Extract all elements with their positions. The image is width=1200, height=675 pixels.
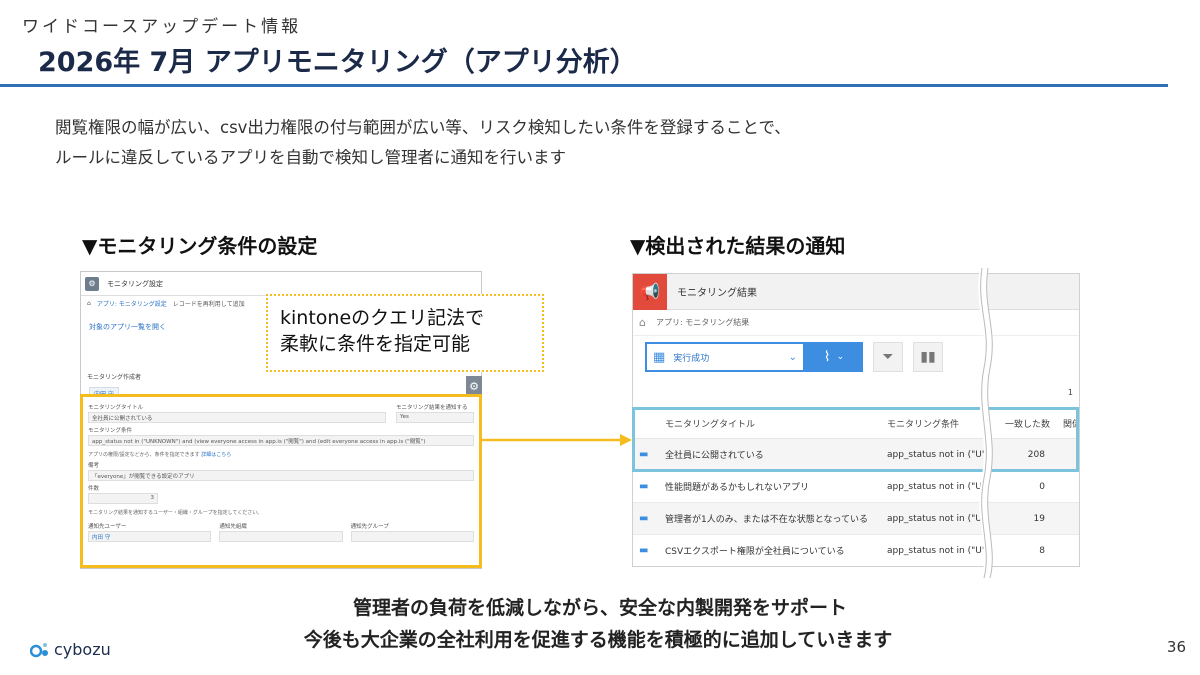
results-table: モニタリングタイトル モニタリング条件 一致した数 関係 ▬ 全社員に公開されて… [633, 408, 1079, 566]
intro-line-2: ルールに違反しているアプリを自動で検知し管理者に通知を行います [55, 148, 567, 167]
chevron-down-icon: ⌄ [836, 352, 845, 362]
header-count[interactable]: 一致した数 [998, 408, 1057, 439]
row-title: 全社員に公開されている [658, 438, 881, 471]
callout-line-2: 柔軟に条件を指定可能 [280, 333, 471, 355]
flow-arrow-icon [482, 434, 632, 446]
chevron-down-icon: ⌄ [788, 351, 797, 363]
intro-text: 閲覧権限の幅が広い、csv出力権限の付与範囲が広い等、リスク検知したい条件を登録… [55, 113, 791, 173]
callout-line-1: kintoneのクエリ記法で [280, 307, 485, 329]
settings-topbar: ⚙ モニタリング設定 [81, 272, 481, 296]
logo-text: cybozu [54, 640, 111, 659]
monitoring-title-label: モニタリングタイトル [88, 405, 144, 411]
title-divider [0, 84, 1168, 87]
filter-button[interactable]: ⏷ [873, 342, 903, 372]
memo-field[interactable]: 「everyone」が閲覧できる設定のアプリ [88, 470, 474, 481]
condition-note-text: アプリの権限/設定などから、条件を指定できます [88, 452, 200, 458]
notify-group-field[interactable] [350, 531, 474, 542]
megaphone-icon: 📢 [633, 274, 667, 310]
header-eyebrow: ワイドコースアップデート情報 [22, 17, 302, 37]
view-select[interactable]: ▦ 実行成功 ⌄ [645, 342, 805, 372]
table-row[interactable]: ▬ CSVエクスポート権限が全社員についている app_status not i… [633, 534, 1079, 566]
results-toolbar: ▦ 実行成功 ⌄ ⌇ ⌄ ⏷ ▮▮ [645, 342, 943, 372]
cybozu-logo: cybozu [30, 640, 111, 659]
home-icon[interactable]: ⌂ [639, 316, 646, 329]
count-field[interactable]: 3 [88, 493, 158, 504]
results-breadcrumb-app[interactable]: アプリ: モニタリング結果 [656, 317, 749, 328]
table-row[interactable]: ▬ 管理者が1人のみ、または不在な状態となっている app_status not… [633, 502, 1079, 535]
cybozu-logo-icon [30, 642, 48, 657]
monitoring-condition-field[interactable]: app_status not in ("UNKNOWN") and (view … [88, 435, 474, 446]
condition-note: アプリの権限/設定などから、条件を指定できます 詳細はこちら [88, 451, 474, 458]
results-breadcrumb: ⌂ アプリ: モニタリング結果 [633, 310, 1079, 336]
header-icon-cell [633, 408, 659, 439]
notify-target-note: モニタリング結果を通知するユーザー・組織・グループを指定してください。 [88, 510, 263, 516]
home-icon[interactable]: ⌂ [87, 300, 91, 307]
row-count: 8 [998, 534, 1057, 566]
right-section-title: ▼検出された結果の通知 [630, 234, 846, 258]
settings-breadcrumb-app[interactable]: アプリ: モニタリング設定 [97, 299, 167, 308]
query-syntax-callout: kintoneのクエリ記法で 柔軟に条件を指定可能 [266, 294, 544, 372]
count-label: 件数 [88, 486, 100, 492]
settings-gear-button[interactable]: ⚙ [466, 376, 482, 396]
intro-line-1: 閲覧権限の幅が広い、csv出力権限の付与範囲が広い等、リスク検知したい条件を登録… [55, 118, 791, 137]
screenshot-break-marker [978, 268, 993, 578]
graph-icon: ⌇ [823, 349, 831, 365]
notify-group-label: 通知先グループ [350, 524, 389, 530]
view-select-value: 実行成功 [673, 353, 710, 364]
condition-help-link[interactable]: 詳細はこちら [201, 452, 231, 458]
filter-icon: ⏷ [882, 349, 894, 365]
row-title: 性能問題があるかもしれないアプリ [658, 470, 881, 503]
page-title: 2026年 7月 アプリモニタリング（アプリ分析） [38, 47, 637, 78]
monitoring-condition-highlight: モニタリングタイトル 全社員に公開されている モニタリング結果を通知する Yes… [80, 394, 482, 568]
footer-message-2: 今後も大企業の全社利用を促進する機能を積極的に追加していきます [303, 629, 893, 651]
table-row[interactable]: ▬ 性能問題があるかもしれないアプリ app_status not in ("U… [633, 470, 1079, 503]
notify-org-field[interactable] [219, 531, 343, 542]
page-number: 36 [1166, 638, 1186, 656]
notify-user-label: 通知先ユーザー [88, 524, 127, 530]
bar-chart-icon: ▮▮ [920, 349, 936, 365]
table-header-row: モニタリングタイトル モニタリング条件 一致した数 関係 [633, 408, 1079, 439]
row-title: 管理者が1人のみ、または不在な状態となっている [658, 502, 881, 535]
row-count: 0 [998, 470, 1057, 503]
header-related[interactable]: 関係 [1056, 408, 1079, 439]
table-row[interactable]: ▬ 全社員に公開されている app_status not in ("U" 208 [633, 438, 1079, 471]
record-detail-icon[interactable]: ▬ [639, 449, 648, 460]
results-topbar: 📢 モニタリング結果 [633, 274, 1079, 310]
row-title: CSVエクスポート権限が全社員についている [658, 534, 881, 566]
monitoring-condition-label: モニタリング条件 [88, 428, 133, 434]
pagination-indicator: 1 [1067, 388, 1073, 397]
notify-user-field[interactable]: 内田 守 [88, 531, 212, 542]
header-title[interactable]: モニタリングタイトル [658, 408, 881, 439]
notify-org-label: 通知先組織 [219, 524, 247, 530]
record-detail-icon[interactable]: ▬ [639, 481, 648, 492]
row-count: 208 [998, 438, 1057, 471]
chart-button[interactable]: ▮▮ [913, 342, 943, 372]
monitoring-title-field[interactable]: 全社員に公開されている [88, 412, 386, 423]
record-detail-icon[interactable]: ▬ [639, 545, 648, 556]
table-view-icon: ▦ [653, 349, 666, 365]
settings-breadcrumb-reuse: レコードを再利用して追加 [172, 300, 245, 308]
results-window-title: モニタリング結果 [677, 288, 757, 299]
settings-window-title: モニタリング設定 [107, 279, 163, 288]
left-section-title: ▼モニタリング条件の設定 [82, 234, 318, 258]
footer-message-1: 管理者の負荷を低減しながら、安全な内製開発をサポート [352, 597, 847, 619]
graph-button[interactable]: ⌇ ⌄ [805, 342, 863, 372]
creator-label: モニタリング作成者 [87, 374, 142, 381]
notify-field[interactable]: Yes [396, 412, 474, 423]
memo-label: 備考 [88, 463, 100, 469]
notify-label: モニタリング結果を通知する [396, 405, 468, 411]
record-detail-icon[interactable]: ▬ [639, 513, 648, 524]
row-count: 19 [998, 502, 1057, 535]
monitoring-results-screenshot: 📢 モニタリング結果 ⌂ アプリ: モニタリング結果 ▦ 実行成功 ⌄ ⌇ ⌄ … [632, 273, 1080, 567]
app-gear-icon: ⚙ [85, 276, 99, 291]
